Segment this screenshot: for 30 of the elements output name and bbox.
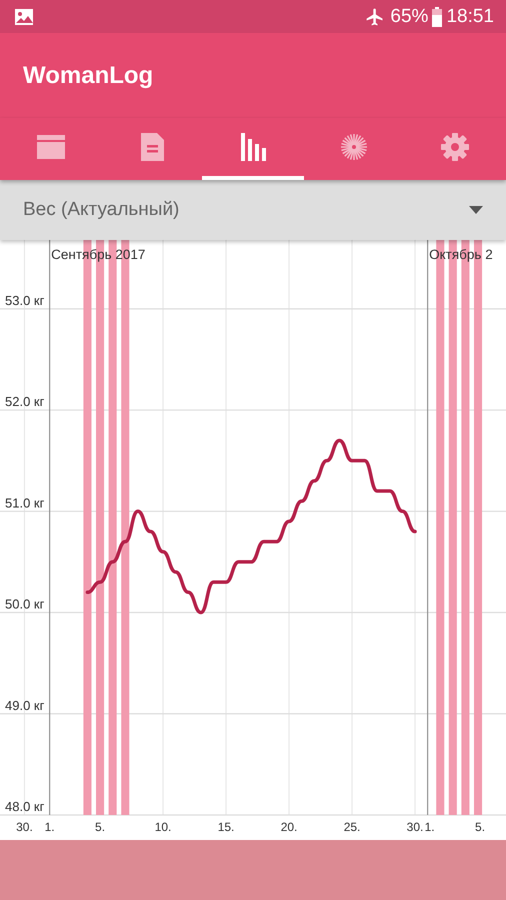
month-label: Сентябрь 2017 xyxy=(51,247,146,262)
x-axis-label: 20. xyxy=(280,820,298,834)
flower-icon xyxy=(339,132,370,162)
x-axis-label: 30. xyxy=(406,820,424,834)
app-title: WomanLog xyxy=(23,62,154,90)
y-axis-label: 53.0 кг xyxy=(5,292,44,308)
y-axis-label: 51.0 кг xyxy=(5,495,44,510)
x-axis-label: 1. xyxy=(424,820,435,834)
battery-icon xyxy=(432,6,442,26)
x-axis-label: 5. xyxy=(475,820,486,834)
dropdown-value: Вес (Актуальный) xyxy=(23,199,180,221)
clock: 18:51 xyxy=(446,6,494,28)
calendar-icon xyxy=(36,132,66,162)
y-axis-label: 49.0 кг xyxy=(5,698,44,713)
settings-icon xyxy=(440,132,470,162)
x-axis-label: 1. xyxy=(44,820,55,834)
x-axis-label: 25. xyxy=(344,820,360,834)
caret-icon xyxy=(469,206,483,214)
bar-chart-icon xyxy=(238,132,268,162)
y-axis-label: 50.0 кг xyxy=(5,596,44,612)
month-label: Октябрь 2 xyxy=(429,247,493,262)
x-axis-label: 10. xyxy=(154,820,172,834)
y-axis-label: 48.0 кг xyxy=(5,799,44,814)
battery-percent: 65% xyxy=(390,6,428,28)
x-axis-label: 5. xyxy=(95,820,106,834)
chart-type-dropdown[interactable]: Вес (Актуальный) xyxy=(0,180,506,240)
image-icon xyxy=(14,8,34,26)
y-axis-label: 52.0 кг xyxy=(5,394,44,410)
x-axis-label: 30. xyxy=(16,820,33,834)
x-axis-label: 15. xyxy=(218,820,234,834)
